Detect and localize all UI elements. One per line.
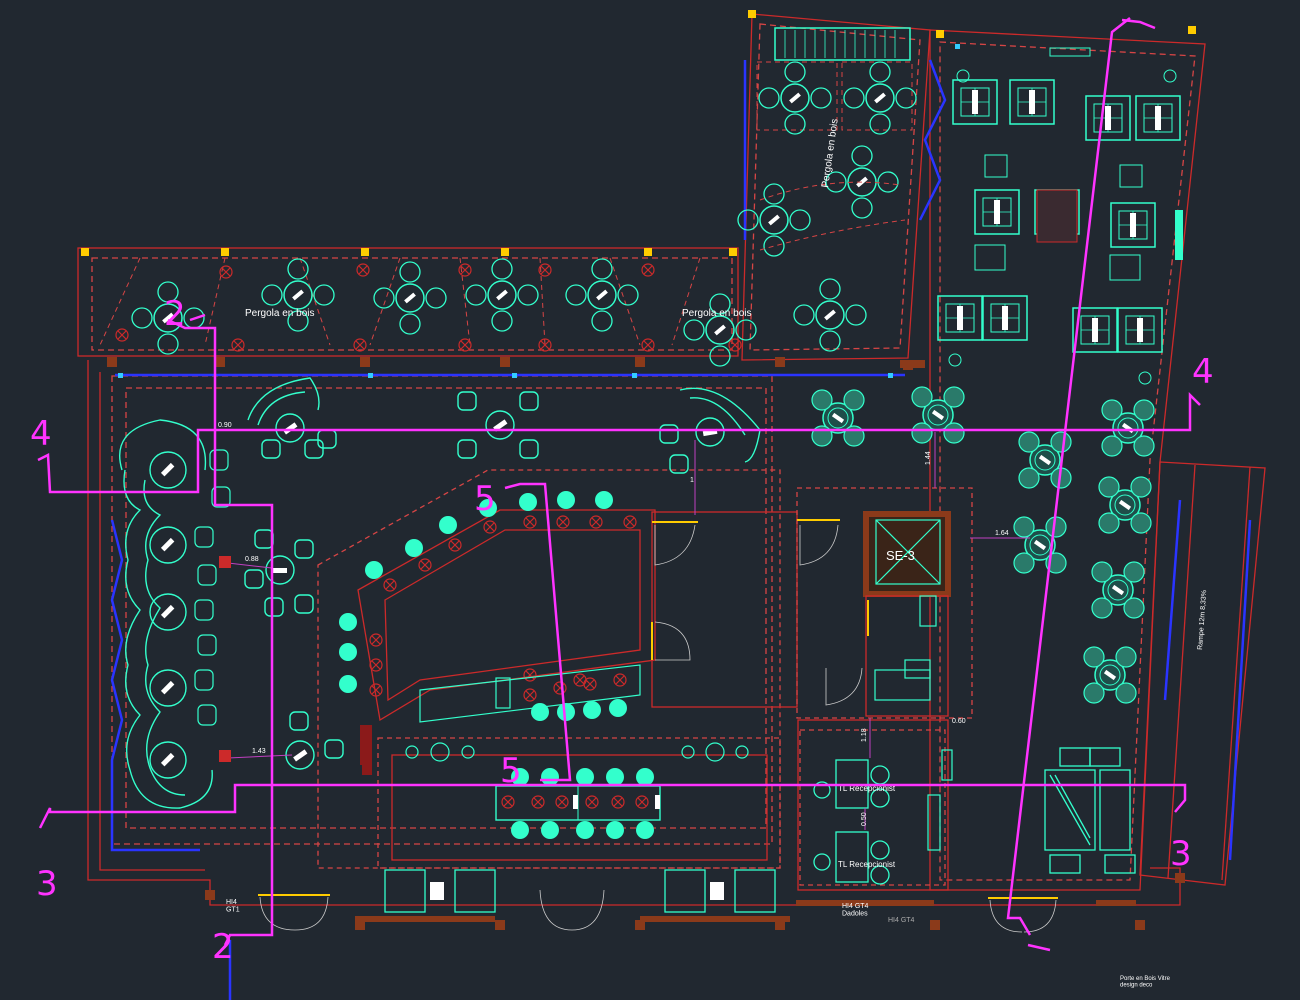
- dimension-texts: 0.90 0.88 1.43 1.44 1.64 0.60 1.18 0.50 …: [218, 422, 1009, 826]
- section-4-left: 4: [30, 414, 52, 454]
- door-tag-mid: HI4 GT4: [888, 917, 915, 924]
- plant-circles: [405, 742, 749, 762]
- ramp-label: Rampe 12m 8,33%: [1197, 590, 1208, 650]
- section-labels: 2 2 3 3 4 4 5 5: [30, 294, 1214, 967]
- dim-118: 1.18: [861, 728, 868, 742]
- dim-060: 0.60: [952, 718, 966, 725]
- dim-050: 0.50: [861, 812, 868, 826]
- pergola-label-top: Pergola en bois: [820, 118, 841, 188]
- walls: [77, 13, 1266, 906]
- section-2-top: 2: [164, 294, 186, 334]
- section-4-right: 4: [1192, 352, 1214, 392]
- fan-tables: [244, 377, 761, 770]
- pergola-crosses: [115, 263, 742, 352]
- pergola-label-left: Pergola en bois: [245, 308, 315, 319]
- section-3-left: 3: [36, 864, 58, 904]
- note-right: Porte en Bois Vitre design deco: [1120, 976, 1171, 989]
- dim-144: 1.44: [925, 451, 932, 465]
- bottom-lounges: [384, 869, 776, 913]
- dim-143: 1.43: [252, 748, 266, 755]
- section-2-bottom: 2: [212, 927, 234, 967]
- fan-table-markers: [273, 419, 718, 762]
- door-label-mid: HI4 GT4 Dadoles: [842, 903, 869, 918]
- door-label-left: HI4 GT1: [226, 899, 240, 914]
- lounge-set: [1044, 747, 1136, 874]
- armchairs: [194, 449, 231, 726]
- section-5-mid: 5: [500, 751, 522, 791]
- se3-label: SE-3: [886, 548, 915, 563]
- bar-stools: [339, 491, 627, 721]
- terrace-furniture: [937, 47, 1183, 385]
- reception-label-2: TL Recepcionist: [838, 860, 896, 869]
- banquette-markers: [160, 462, 175, 767]
- section-3-right: 3: [1170, 834, 1192, 874]
- dim-1: 1: [690, 477, 694, 484]
- dim-164: 1.64: [995, 530, 1009, 537]
- dim-090: 0.90: [218, 422, 232, 429]
- dim-088: 0.88: [245, 556, 259, 563]
- pergola-label-right: Pergola en bois: [682, 308, 752, 319]
- floor-plan-drawing: Pergola en bois Pergola en bois Pergola …: [30, 10, 1266, 1000]
- section-5-top: 5: [474, 479, 496, 519]
